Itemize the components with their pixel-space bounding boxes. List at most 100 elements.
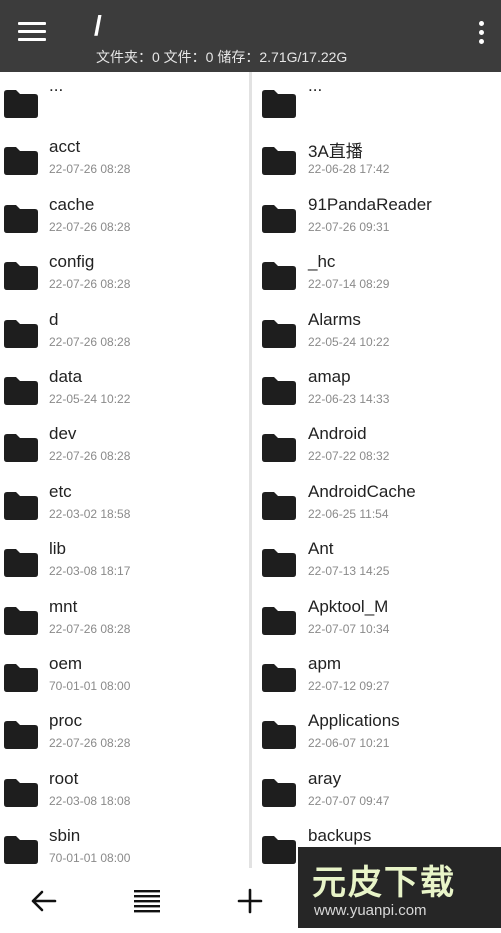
folder-date: 22-06-25 11:54 (308, 506, 389, 521)
folder-name: _hc (308, 252, 336, 272)
folder-name: 3A直播 (308, 142, 363, 162)
site-watermark: 元皮下载 www.yuanpi.com (298, 847, 501, 928)
folder-item[interactable]: amap 22-06-23 14:33 (252, 359, 501, 416)
folder-name: Applications (308, 711, 400, 731)
folder-date: 22-03-08 18:08 (49, 793, 131, 808)
folder-date: 22-07-26 08:28 (49, 449, 131, 464)
folder-icon (262, 721, 296, 750)
folder-item[interactable]: proc 22-07-26 08:28 (0, 703, 249, 760)
folder-item[interactable]: Apktool_M 22-07-07 10:34 (252, 589, 501, 646)
folder-icon (262, 549, 296, 578)
folder-date: 22-07-26 08:28 (49, 219, 131, 234)
top-app-bar: / 文件夹：0 文件：0 储存：2.71G/17.22G (0, 0, 501, 72)
folder-name: data (49, 366, 83, 386)
back-button[interactable] (13, 868, 73, 928)
hamburger-menu-icon[interactable] (16, 20, 48, 44)
folder-item[interactable]: sbin 70-01-01 08:00 (0, 818, 249, 868)
folder-name: Alarms (308, 309, 361, 329)
folder-icon (4, 204, 38, 233)
folder-date: 22-07-26 08:28 (49, 277, 131, 292)
folder-name: d (49, 309, 59, 329)
folder-item[interactable]: Ant 22-07-13 14:25 (252, 531, 501, 588)
folder-icon (4, 491, 38, 520)
folder-item[interactable]: oem 70-01-01 08:00 (0, 646, 249, 703)
folder-item[interactable]: 91PandaReader 22-07-26 09:31 (252, 187, 501, 244)
folder-item[interactable]: apm 22-07-12 09:27 (252, 646, 501, 703)
add-button[interactable] (220, 868, 280, 928)
folder-name: sbin (49, 826, 81, 846)
folder-item[interactable]: dev 22-07-26 08:28 (0, 416, 249, 473)
folder-icon (262, 778, 296, 807)
folder-icon (262, 491, 296, 520)
folder-name: ... (49, 76, 64, 95)
folder-name: root (49, 768, 79, 788)
folder-icon (4, 262, 38, 291)
folder-name: etc (49, 481, 72, 501)
folder-name: amap (308, 366, 351, 386)
folder-date: 22-07-26 08:28 (49, 162, 131, 177)
folder-name: AndroidCache (308, 481, 416, 501)
folder-item[interactable]: Applications 22-06-07 10:21 (252, 703, 501, 760)
folder-name: backups (308, 826, 372, 846)
folder-date: 22-07-26 09:31 (308, 219, 390, 234)
folder-date: 22-07-26 08:28 (49, 621, 131, 636)
folder-name: ... (308, 76, 323, 95)
folder-item[interactable]: AndroidCache 22-06-25 11:54 (252, 474, 501, 531)
folder-date: 22-07-07 09:47 (308, 793, 390, 808)
more-vertical-icon[interactable] (471, 18, 491, 48)
folder-name: 91PandaReader (308, 194, 432, 214)
left-file-pane[interactable]: ... acct 22-07-26 08:28 cache 22-07-26 08:28… (0, 72, 249, 868)
folder-name: proc (49, 711, 83, 731)
folder-item[interactable]: _hc 22-07-14 08:29 (252, 244, 501, 301)
folder-name: oem (49, 653, 83, 673)
folder-item[interactable]: mnt 22-07-26 08:28 (0, 589, 249, 646)
folder-icon (4, 606, 38, 635)
folder-item[interactable]: Alarms 22-05-24 10:22 (252, 302, 501, 359)
folder-item[interactable]: config 22-07-26 08:28 (0, 244, 249, 301)
folder-name: lib (49, 539, 67, 559)
folder-name: cache (49, 194, 95, 214)
folder-icon (4, 147, 38, 176)
select-list-button[interactable] (117, 868, 177, 928)
folder-date: 22-07-26 08:28 (49, 736, 131, 751)
folder-icon (4, 836, 38, 865)
parent-dir-item[interactable]: ... (252, 72, 501, 129)
folder-name: Ant (308, 539, 334, 559)
folder-item[interactable]: lib 22-03-08 18:17 (0, 531, 249, 588)
folder-date: 22-03-08 18:17 (49, 564, 131, 579)
folder-item[interactable]: root 22-03-08 18:08 (0, 761, 249, 818)
folder-icon (4, 663, 38, 692)
watermark-logo: 元皮下载 (312, 864, 456, 902)
folder-icon (262, 376, 296, 405)
folder-item[interactable]: cache 22-07-26 08:28 (0, 187, 249, 244)
folder-item[interactable]: aray 22-07-07 09:47 (252, 761, 501, 818)
folder-icon (262, 147, 296, 176)
folder-date: 22-03-02 18:58 (49, 506, 131, 521)
folder-item[interactable]: Android 22-07-22 08:32 (252, 416, 501, 473)
folder-name: aray (308, 768, 342, 788)
folder-date: 22-06-28 17:42 (308, 162, 390, 177)
folder-item[interactable]: 3A直播 22-06-28 17:42 (252, 129, 501, 186)
folder-item[interactable]: etc 22-03-02 18:58 (0, 474, 249, 531)
folder-name: mnt (49, 596, 78, 616)
folder-icon (262, 262, 296, 291)
folder-icon (4, 778, 38, 807)
folder-icon (4, 721, 38, 750)
current-path: / (94, 10, 102, 41)
folder-date: 70-01-01 08:00 (49, 851, 131, 866)
parent-dir-item[interactable]: ... (0, 72, 249, 129)
folder-name: dev (49, 424, 77, 444)
folder-item[interactable]: acct 22-07-26 08:28 (0, 129, 249, 186)
folder-item[interactable]: d 22-07-26 08:28 (0, 302, 249, 359)
storage-stats: 文件夹：0 文件：0 储存：2.71G/17.22G (96, 49, 348, 65)
folder-date: 22-07-07 10:34 (308, 621, 390, 636)
folder-date: 22-07-14 08:29 (308, 277, 390, 292)
folder-date: 22-05-24 10:22 (308, 334, 390, 349)
folder-name: config (49, 252, 95, 272)
right-file-pane[interactable]: ... 3A直播 22-06-28 17:42 91PandaReader 22-07-… (252, 72, 501, 868)
folder-item[interactable]: data 22-05-24 10:22 (0, 359, 249, 416)
folder-date: 22-05-24 10:22 (49, 391, 131, 406)
folder-icon (262, 204, 296, 233)
folder-icon (4, 376, 38, 405)
list-lines-icon (134, 890, 160, 913)
